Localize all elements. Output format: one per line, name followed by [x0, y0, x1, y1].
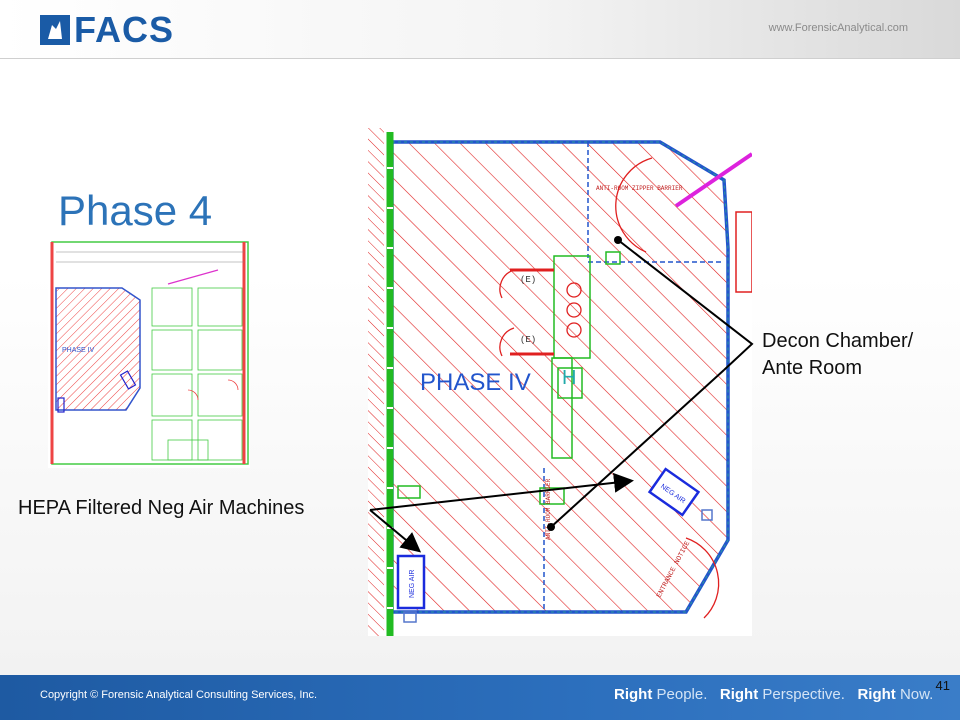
- neg-air-machine-left: NEG AIR: [396, 554, 426, 610]
- floorplan-thumbnail: PHASE IV: [48, 240, 250, 468]
- tagline: Right People. Right Perspective. Right N…: [614, 686, 933, 703]
- tagline-perspective: Perspective.: [762, 686, 845, 703]
- slide-footer: Copyright © Forensic Analytical Consulti…: [0, 675, 960, 720]
- decon-callout-line-1: Decon Chamber/: [762, 330, 914, 352]
- decon-callout-line-2: Ante Room: [762, 357, 863, 379]
- anti-room-zipper-note: ANTI-ROOM ZIPPER BARRIER: [596, 185, 683, 192]
- h-label: H: [562, 367, 576, 389]
- main-phase-label: PHASE IV: [420, 369, 531, 396]
- tagline-people: People.: [656, 686, 708, 703]
- hepa-neg-air-callout: HEPA Filtered Neg Air Machines: [18, 497, 305, 519]
- thumb-phase-label: PHASE IV: [62, 347, 95, 354]
- anti-room-barrier-note: ANTI-ROOM BARRIER: [545, 478, 552, 540]
- copyright-text: Copyright © Forensic Analytical Consulti…: [40, 689, 318, 701]
- svg-text:NEG AIR: NEG AIR: [409, 570, 416, 598]
- tagline-right-3: Right: [857, 686, 896, 703]
- slide-header: FACS www.ForensicAnalytical.com: [0, 0, 960, 58]
- slide-title: Phase 4: [58, 187, 213, 234]
- decon-chamber-callout: Decon Chamber/ Ante Room: [762, 328, 913, 382]
- e-label-bottom: (E): [520, 335, 536, 345]
- floorplan-main: (E) (E) PHASE IV H ANTI-ROOM ZIPPER BARR…: [368, 128, 752, 636]
- tagline-right-1: Right: [614, 686, 653, 703]
- tagline-right-2: Right: [719, 686, 759, 703]
- logo-mark-icon: [40, 15, 70, 45]
- facs-logo: FACS: [40, 9, 175, 50]
- e-label-top: (E): [520, 275, 536, 285]
- slide-number: 41: [935, 678, 950, 693]
- logo-text: FACS: [74, 9, 175, 50]
- tagline-now: Now.: [899, 686, 934, 703]
- site-url: www.ForensicAnalytical.com: [768, 22, 908, 34]
